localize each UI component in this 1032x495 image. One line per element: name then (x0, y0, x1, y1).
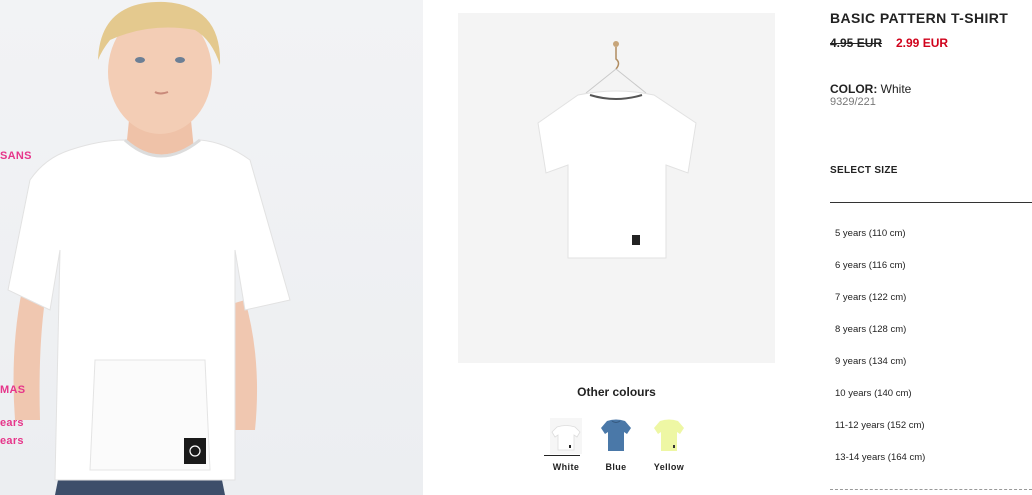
other-colours-heading: Other colours (577, 385, 656, 399)
color-info: COLOR: White (830, 82, 911, 96)
white-tshirt-thumbnail (550, 418, 582, 454)
product-title: BASIC PATTERN T-SHIRT (830, 10, 1009, 26)
size-option[interactable]: 6 years (116 cm) (835, 260, 906, 271)
product-image[interactable] (458, 13, 775, 363)
swatch-label: Blue (605, 462, 627, 472)
side-nav-link-1[interactable]: SANS (0, 150, 32, 162)
original-price: 4.95 EUR (830, 36, 883, 50)
color-label: COLOR: (830, 82, 878, 96)
size-option[interactable]: 8 years (128 cm) (835, 324, 906, 335)
yellow-tshirt-thumbnail (653, 418, 685, 454)
product-reference: 9329/221 (830, 96, 876, 108)
size-option[interactable]: 5 years (110 cm) (835, 228, 906, 239)
side-nav-link-3[interactable]: ears (0, 417, 24, 429)
size-option[interactable]: 13-14 years (164 cm) (835, 452, 925, 463)
selected-underline (544, 455, 580, 456)
color-value: White (880, 82, 912, 96)
size-divider (830, 202, 1032, 203)
size-option[interactable]: 9 years (134 cm) (835, 356, 906, 367)
tshirt-on-hanger-illustration (537, 41, 697, 259)
side-nav-link-4[interactable]: ears (0, 435, 24, 447)
blue-tshirt-thumbnail (600, 418, 632, 454)
swatch-label: White (552, 462, 580, 472)
model-photo (0, 0, 423, 495)
size-option[interactable]: 7 years (122 cm) (835, 292, 906, 303)
bottom-divider (830, 489, 1032, 490)
colour-swatch-blue[interactable]: Blue (594, 418, 638, 476)
select-size-heading: SELECT SIZE (830, 165, 898, 176)
side-nav-link-2[interactable]: MAS (0, 384, 25, 396)
colour-swatch-white[interactable]: White (544, 418, 588, 476)
swatch-label: Yellow (653, 462, 685, 472)
sale-price: 2.99 EUR (896, 36, 949, 50)
model-illustration (7, 1, 291, 495)
size-option[interactable]: 11-12 years (152 cm) (835, 420, 925, 431)
colour-swatch-yellow[interactable]: Yellow (647, 418, 691, 476)
size-option[interactable]: 10 years (140 cm) (835, 388, 912, 399)
